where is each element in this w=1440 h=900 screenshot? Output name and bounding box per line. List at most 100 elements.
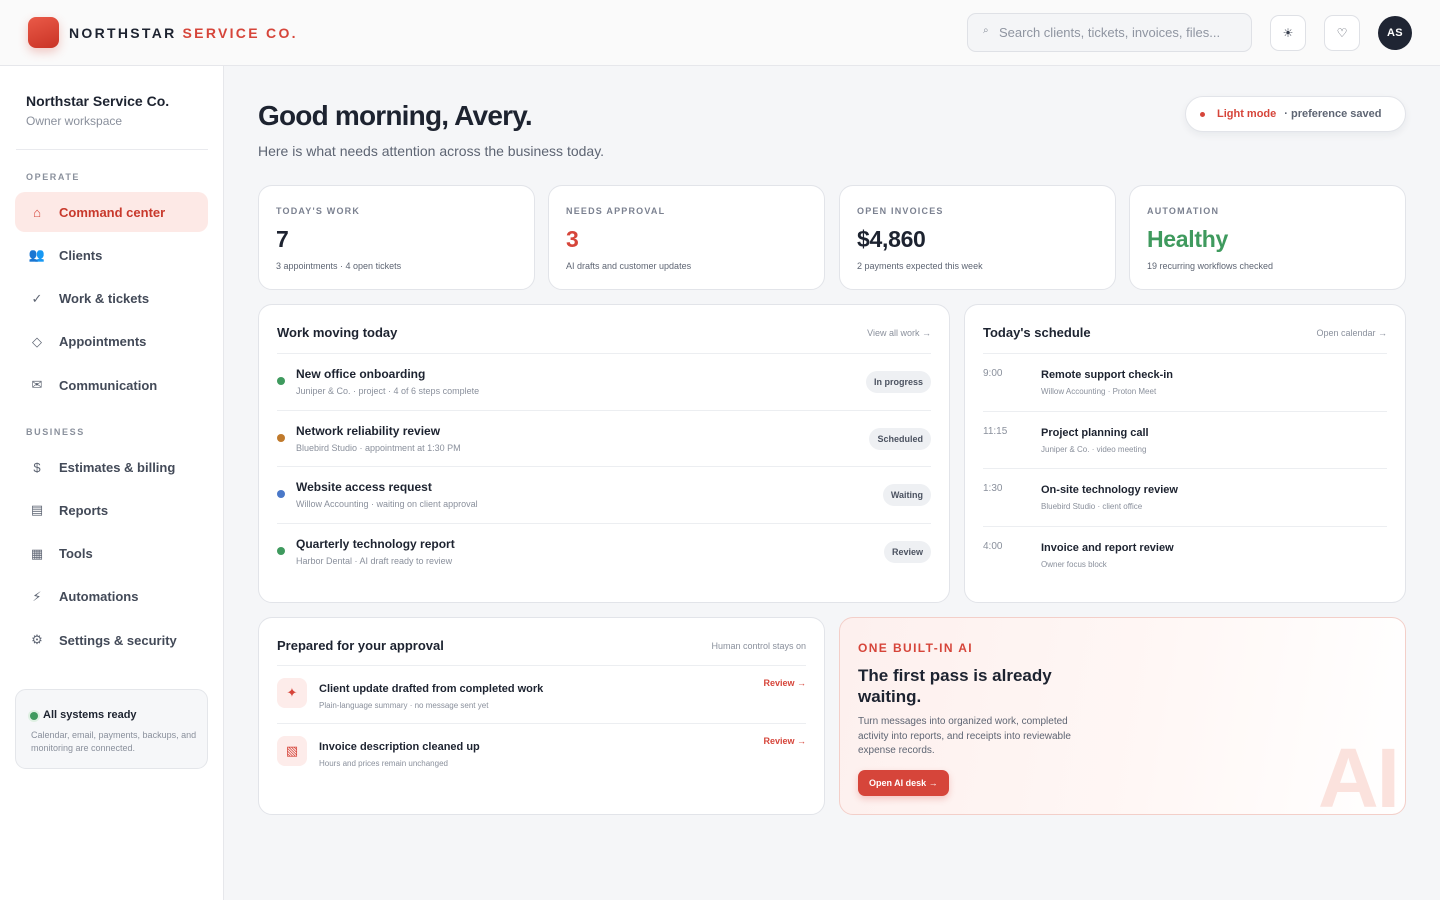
stat-label: OPEN INVOICES (857, 206, 944, 216)
avatar[interactable]: AS (1378, 16, 1412, 50)
schedule-time: 11:15 (983, 425, 1008, 437)
work-item-meta: Harbor Dental · AI draft ready to review (296, 556, 453, 567)
schedule-time: 9:00 (983, 368, 1003, 379)
work-item-title: Website access request (296, 480, 432, 495)
ai-watermark: AI (1318, 731, 1400, 815)
sidebar-item-reports[interactable]: ▤ Reports (15, 490, 208, 530)
sidebar-item-label: Clients (59, 247, 103, 263)
work-item[interactable]: Network reliability review Bluebird Studi… (277, 409, 931, 467)
status-badge: Scheduled (869, 427, 931, 450)
sidebar-item-label: Automations (59, 589, 139, 605)
stat-card: NEEDS APPROVAL 3 AI drafts and customer up… (548, 185, 825, 290)
sidebar-item-communication[interactable]: ✉ Communication (15, 365, 208, 405)
stat-value: Healthy (1147, 226, 1228, 252)
ai-eyebrow: ONE BUILT-IN AI (858, 641, 973, 655)
status-dot (277, 377, 285, 385)
stat-value: $4,860 (857, 226, 926, 252)
sidebar-item-clients[interactable]: 👥 Clients (15, 235, 208, 275)
open-ai-desk-button[interactable]: Open AI desk → (858, 770, 949, 796)
schedule-meta: Bluebird Studio · client office (1041, 502, 1143, 512)
sidebar-item-label: Communication (59, 377, 158, 393)
approval-meta: Hours and prices remain unchanged (319, 759, 448, 768)
section-label-business: BUSINESS (26, 427, 85, 437)
schedule-title: On-site technology review (1041, 484, 1178, 497)
work-item[interactable]: Website access request Willow Accounting … (277, 466, 931, 523)
sidebar-item-label: Tools (59, 546, 93, 562)
work-item-title: New office onboarding (296, 367, 426, 381)
sidebar-item-label: Command center (59, 204, 166, 220)
stat-note: 2 payments expected this week (857, 261, 983, 271)
stat-label: NEEDS APPROVAL (566, 206, 666, 216)
review-link[interactable]: Review → (763, 736, 806, 746)
view-all-work-link[interactable]: View all work → (867, 328, 931, 338)
schedule-item[interactable]: 9:00 Remote support check-in Willow Accoun… (983, 353, 1387, 411)
human-control-note: Human control stays on (711, 641, 806, 651)
work-item-meta: Willow Accounting · waiting on client ap… (296, 499, 478, 510)
brand-name[interactable]: NORTHSTAR SERVICE CO. (69, 25, 298, 41)
logo-icon[interactable] (28, 17, 59, 48)
status-dot (277, 490, 285, 499)
sidebar-item-estimates-billing[interactable]: $ Estimates & billing (15, 447, 208, 487)
schedule-item[interactable]: 1:30 On-site technology review Bluebird St… (983, 468, 1387, 526)
work-item[interactable]: Quarterly technology report Harbor Dental… (277, 523, 931, 580)
sidebar-item-automations[interactable]: ⚡ Automations (15, 577, 208, 617)
stat-label: AUTOMATION (1147, 206, 1220, 216)
schedule-item[interactable]: 11:15 Project planning call Juniper & Co. … (983, 410, 1387, 469)
stat-note: 19 recurring workflows checked (1147, 261, 1274, 271)
home-icon: ⌂ (33, 204, 41, 220)
page-subtitle: Here is what needs attention across the … (258, 143, 605, 159)
sidebar-item-settings-security[interactable]: ⚙ Settings & security (15, 620, 208, 660)
status-badge: Waiting (882, 484, 931, 507)
theme-mode-pill[interactable]: Light mode · preference saved (1185, 96, 1406, 132)
schedule-title: Project planning call (1041, 426, 1149, 439)
work-item[interactable]: New office onboarding Juniper & Co. · pro… (277, 353, 931, 410)
stat-note: 3 appointments · 4 open tickets (276, 261, 402, 271)
gear-icon: ⚙ (31, 632, 43, 648)
approval-item: ✦ Client update drafted from completed wo… (277, 665, 806, 723)
users-icon: 👥 (28, 247, 46, 263)
theme-toggle-button[interactable]: ☀ (1270, 15, 1306, 51)
heart-icon: ♡ (1336, 26, 1348, 40)
sidebar-item-label: Estimates & billing (59, 459, 176, 475)
open-calendar-link[interactable]: Open calendar → (1316, 328, 1387, 338)
stat-card: TODAY'S WORK 7 3 appointments · 4 open tic… (258, 185, 535, 290)
review-link[interactable]: Review → (763, 678, 806, 688)
ai-description: Turn messages into organized work, compl… (858, 716, 1071, 756)
workspace-subtitle: Owner workspace (26, 114, 123, 128)
favorites-button[interactable]: ♡ (1324, 15, 1360, 51)
schedule-meta: Owner focus block (1041, 560, 1107, 570)
sidebar-item-label: Work & tickets (59, 291, 150, 307)
search-input[interactable] (999, 14, 1244, 51)
diamond-icon: ◇ (32, 333, 42, 349)
schedule-title: Invoice and report review (1041, 542, 1174, 555)
mode-note: · preference saved (1284, 108, 1382, 120)
sidebar-divider (16, 149, 208, 150)
stat-value: 3 (566, 226, 579, 252)
search-box[interactable]: ⌕ (967, 13, 1252, 52)
status-title: All systems ready (43, 709, 137, 721)
work-card-title: Work moving today (277, 325, 398, 340)
system-status-card: All systems ready Calendar, email, payme… (15, 689, 208, 769)
sidebar-item-command-center[interactable]: ⌂ Command center (15, 192, 208, 232)
approval-meta: Plain-language summary · no message sent… (319, 701, 489, 710)
search-icon: ⌕ (983, 25, 989, 36)
stat-note: AI drafts and customer updates (566, 261, 692, 271)
brand-accent: SERVICE CO. (182, 25, 298, 41)
stat-label: TODAY'S WORK (276, 206, 361, 216)
schedule-meta: Willow Accounting · Proton Meet (1041, 387, 1157, 396)
schedule-time: 4:00 (983, 541, 1003, 553)
stat-value: 7 (276, 226, 289, 252)
grid-icon: ▦ (30, 545, 44, 561)
schedule-time: 1:30 (983, 483, 1003, 495)
schedule-card-title: Today's schedule (983, 325, 1091, 340)
work-item-meta: Bluebird Studio · appointment at 1:30 PM (296, 442, 461, 453)
status-badge: Review (883, 541, 931, 564)
top-bar: NORTHSTAR SERVICE CO. ⌕ ☀ ♡ AS (0, 0, 1440, 66)
sidebar-item-work-tickets[interactable]: ✓ Work & tickets (15, 279, 208, 319)
status-dot (277, 547, 285, 556)
invoice-icon: ▧ (277, 736, 307, 766)
schedule-item[interactable]: 4:00 Invoice and report review Owner focus… (983, 526, 1387, 584)
sidebar-item-tools[interactable]: ▦ Tools (15, 534, 208, 574)
sidebar-item-appointments[interactable]: ◇ Appointments (15, 322, 208, 362)
brand-primary: NORTHSTAR (69, 25, 177, 41)
